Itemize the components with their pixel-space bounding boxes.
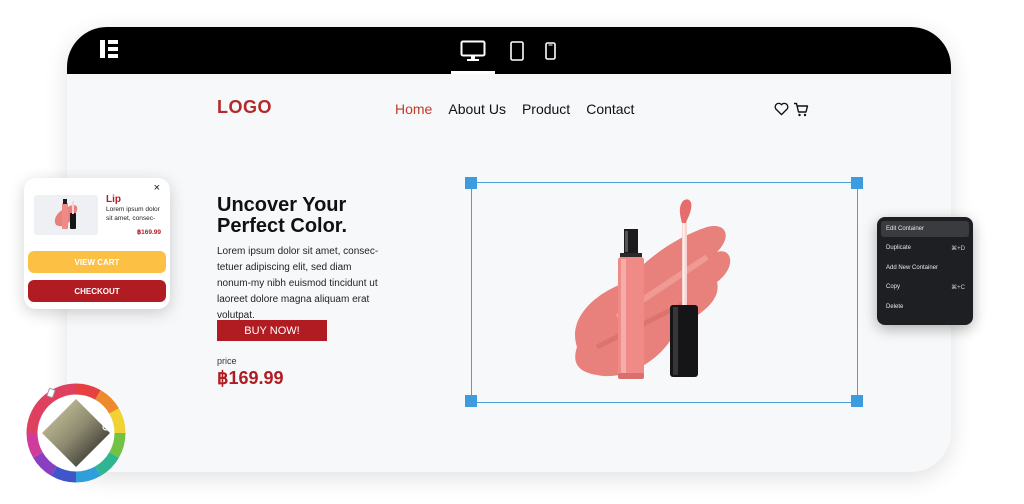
site-logo[interactable]: LOGO [217, 97, 272, 118]
cart-product-name: Lip [106, 194, 121, 205]
price-value: ฿169.99 [217, 368, 284, 388]
menu-item-copy[interactable]: Copy ⌘+C [881, 279, 969, 295]
mini-cart-popup: × Lip Lorem ipsum dolor sit amet, consec… [24, 178, 170, 309]
nav-item-home[interactable]: Home [395, 101, 432, 117]
menu-item-duplicate[interactable]: Duplicate ⌘+D [881, 240, 969, 256]
cart-product-price: ฿169.99 [136, 229, 161, 236]
buy-now-button[interactable]: BUY NOW! [217, 320, 327, 341]
resize-handle-bottom-right[interactable] [851, 395, 863, 407]
shortcut-duplicate: ⌘+D [951, 245, 965, 252]
mobile-view-button[interactable] [541, 27, 559, 74]
desktop-view-button[interactable] [451, 27, 495, 74]
heart-icon[interactable] [774, 102, 789, 116]
mobile-icon [544, 41, 556, 60]
hero-title: Uncover Your Perfect Color. [217, 194, 348, 237]
close-icon[interactable]: × [154, 182, 160, 194]
shortcut-copy: ⌘+C [951, 284, 965, 291]
checkout-button[interactable]: CHECKOUT [28, 280, 166, 302]
desktop-icon [460, 40, 486, 61]
resize-handle-top-left[interactable] [465, 177, 477, 189]
cart-product-description: Lorem ipsum dolor sit amet, consec- [106, 206, 160, 222]
nav-item-about[interactable]: About Us [448, 101, 506, 117]
resize-handle-bottom-left[interactable] [465, 395, 477, 407]
hero-description: Lorem ipsum dolor sit amet, consec-tetue… [217, 246, 379, 321]
selected-container-outline[interactable] [471, 182, 858, 403]
cart-product-thumbnail [34, 195, 98, 235]
nav-item-product[interactable]: Product [522, 101, 570, 117]
menu-item-delete[interactable]: Delete [881, 299, 969, 315]
cart-icon[interactable] [793, 102, 809, 117]
nav-icons [774, 102, 809, 117]
tablet-icon [510, 40, 524, 61]
elementor-logo-icon[interactable] [100, 40, 120, 60]
price-label: price [217, 356, 237, 366]
editor-topbar [67, 27, 951, 74]
menu-item-add-new-container[interactable]: Add New Container [881, 260, 969, 276]
active-device-indicator [451, 71, 495, 74]
menu-item-edit-container[interactable]: Edit Container [881, 221, 969, 237]
nav-item-contact[interactable]: Contact [586, 101, 634, 117]
resize-handle-top-right[interactable] [851, 177, 863, 189]
context-menu: Edit Container Duplicate ⌘+D Add New Con… [877, 217, 973, 325]
color-picker-wheel[interactable] [26, 383, 126, 483]
tablet-view-button[interactable] [507, 27, 527, 74]
site-nav: Home About Us Product Contact [395, 101, 634, 117]
editor-canvas: LOGO Home About Us Product Contact Uncov… [67, 27, 951, 472]
view-cart-button[interactable]: VIEW CART [28, 251, 166, 273]
